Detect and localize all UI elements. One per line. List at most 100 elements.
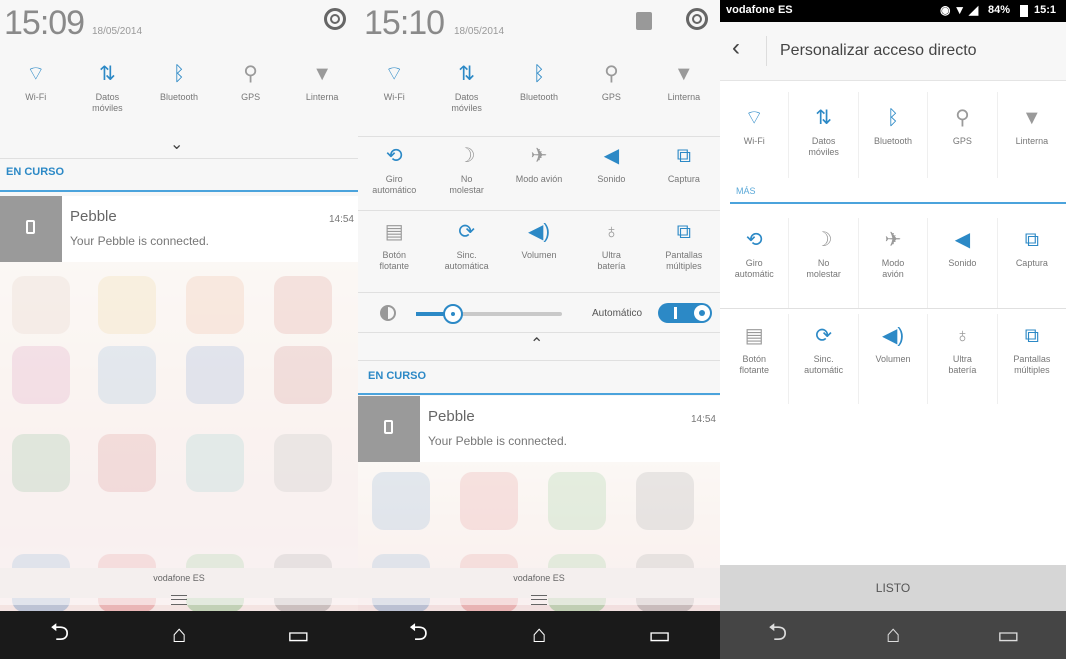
toggle-on-mark	[674, 307, 677, 319]
shortcut-do-not-disturb[interactable]: ☽ No molestar	[789, 218, 859, 308]
brightness-icon	[380, 305, 396, 321]
status-icons: ◉ ▼ ◢	[940, 3, 979, 17]
expand-chevron-down-icon[interactable]: ⌄	[170, 134, 183, 154]
divider	[720, 308, 1066, 309]
shortcut-row-3: ▤ Botón flotante ⟳ Sinc. automátic ◀) Volum…	[720, 314, 1066, 404]
sound-icon: ◀	[603, 145, 620, 167]
pebble-icon	[358, 396, 420, 462]
shortcut-flashlight[interactable]: ▼ Linterna	[998, 92, 1066, 178]
floating-button-icon: ▤	[384, 221, 404, 243]
notification-title: Pebble	[70, 208, 117, 225]
toggle-flashlight[interactable]: ▼ Linterna	[648, 62, 720, 114]
toggle-label: Modo avión	[515, 174, 563, 184]
home-icon[interactable]: ⌂	[154, 621, 204, 649]
toggle-multi-screen[interactable]: ⧉ Pantallas múltiples	[648, 220, 720, 272]
multi-screen-icon: ⧉	[676, 221, 691, 243]
shortcut-volume[interactable]: ◀) Volumen	[859, 314, 929, 404]
shortcut-label: Datos móviles	[808, 136, 839, 157]
recents-icon[interactable]: ▭	[635, 621, 685, 650]
back-icon[interactable]: ⮌	[35, 615, 85, 656]
page-title: Personalizar acceso directo	[780, 42, 977, 59]
clock: 15:09	[4, 4, 85, 42]
toggle-volume[interactable]: ◀) Volumen	[503, 220, 575, 272]
shortcut-gps[interactable]: ⚲ GPS	[928, 92, 998, 178]
status-bar: vodafone ES ◉ ▼ ◢ 84% 15:1	[720, 0, 1066, 22]
toggle-label: Botón flotante	[379, 250, 409, 271]
toggle-do-not-disturb[interactable]: ☽ No molestar	[430, 144, 502, 196]
shortcut-floating-button[interactable]: ▤ Botón flotante	[720, 314, 790, 404]
shortcut-label: Giro automátic	[734, 258, 774, 279]
toggle-flashlight[interactable]: ▼ Linterna	[286, 62, 358, 114]
title-bar: ‹ Personalizar acceso directo	[720, 22, 1066, 81]
section-divider	[358, 393, 720, 395]
recents-icon[interactable]: ▭	[273, 621, 323, 650]
clock: 15:10	[364, 4, 445, 42]
brightness-knob[interactable]	[442, 304, 463, 324]
toggle-screenshot[interactable]: ⧉ Captura	[648, 144, 720, 196]
toggle-bluetooth[interactable]: ᛒ Bluetooth	[503, 62, 575, 114]
shortcut-label: Captura	[1015, 258, 1048, 268]
carrier-label: vodafone ES	[726, 4, 793, 16]
toggle-floating-button[interactable]: ▤ Botón flotante	[358, 220, 430, 272]
toggle-mobile-data[interactable]: ⇅ Datos móviles	[430, 62, 502, 114]
drag-handle[interactable]	[171, 595, 187, 605]
home-icon[interactable]: ⌂	[868, 621, 918, 649]
settings-gear-icon[interactable]	[324, 8, 346, 30]
sound-icon: ◀	[954, 229, 971, 251]
home-icon[interactable]: ⌂	[514, 621, 564, 649]
toggle-auto-sync[interactable]: ⟳ Sinc. automática	[430, 220, 502, 272]
back-icon[interactable]: ⮌	[393, 615, 443, 656]
toggle-label: GPS	[601, 92, 621, 102]
back-icon[interactable]: ⮌	[753, 615, 803, 656]
sync-icon: ⟳	[458, 221, 475, 243]
toggle-label: Datos móviles	[92, 92, 123, 113]
shortcut-screenshot[interactable]: ⧉ Captura	[998, 218, 1066, 308]
toggle-gps[interactable]: ⚲ GPS	[215, 62, 287, 114]
toggle-mobile-data[interactable]: ⇅ Datos móviles	[72, 62, 144, 114]
notification-pebble[interactable]: Pebble Your Pebble is connected. 14:54	[0, 196, 358, 262]
toggle-gps[interactable]: ⚲ GPS	[575, 62, 647, 114]
shortcut-auto-rotate[interactable]: ⟲ Giro automátic	[720, 218, 790, 308]
notification-pebble[interactable]: Pebble Your Pebble is connected. 14:54	[358, 396, 720, 462]
date: 18/05/2014	[92, 26, 143, 37]
auto-brightness-toggle[interactable]	[658, 303, 712, 323]
done-button[interactable]: LISTO	[720, 565, 1066, 611]
toggle-sound[interactable]: ◀ Sonido	[575, 144, 647, 196]
edit-shortcuts-icon[interactable]	[636, 12, 652, 30]
settings-gear-icon[interactable]	[686, 8, 708, 30]
navigation-bar: ⮌ ⌂ ▭	[0, 611, 358, 659]
drag-handle[interactable]	[531, 595, 547, 605]
shortcut-auto-sync[interactable]: ⟳ Sinc. automátic	[789, 314, 859, 404]
flashlight-icon: ▼	[673, 63, 694, 85]
shortcut-airplane-mode[interactable]: ✈ Modo avión	[859, 218, 929, 308]
section-divider	[0, 190, 358, 192]
bluetooth-icon: ᛒ	[533, 63, 546, 85]
screenshot-3: vodafone ES ◉ ▼ ◢ 84% 15:1 ‹ Personaliza…	[720, 0, 1066, 659]
shortcut-mobile-data[interactable]: ⇅ Datos móviles	[789, 92, 859, 178]
toggle-wifi[interactable]: ⌔ Wi-Fi	[0, 62, 72, 114]
divider	[0, 158, 358, 159]
toggle-wifi[interactable]: ⌔ Wi-Fi	[358, 62, 430, 114]
carrier-bar: vodafone ES	[0, 568, 358, 598]
flashlight-icon: ▼	[1021, 107, 1042, 129]
shortcut-bluetooth[interactable]: ᛒ Bluetooth	[859, 92, 929, 178]
shortcut-multi-screen[interactable]: ⧉ Pantallas múltiples	[998, 314, 1066, 404]
brightness-slider[interactable]	[416, 304, 562, 324]
collapse-chevron-up-icon[interactable]: ⌃	[530, 334, 543, 354]
screenshot-2: vodafone ES ⮌ ⌂ ▭ 15:10 18/05/2014 ⌔ Wi-F…	[358, 0, 720, 659]
bulb-icon: ♁	[954, 325, 970, 347]
toggle-label: Wi-Fi	[383, 92, 405, 102]
toggle-auto-rotate[interactable]: ⟲ Giro automático	[358, 144, 430, 196]
recents-icon[interactable]: ▭	[983, 621, 1033, 650]
toggle-bluetooth[interactable]: ᛒ Bluetooth	[143, 62, 215, 114]
wifi-icon: ⌔	[384, 63, 404, 85]
shortcut-ultra-battery[interactable]: ♁ Ultra batería	[928, 314, 998, 404]
toggle-ultra-battery[interactable]: ♁ Ultra batería	[575, 220, 647, 272]
shortcut-label: Sinc. automátic	[804, 354, 844, 375]
toggle-airplane-mode[interactable]: ✈ Modo avión	[503, 144, 575, 196]
shortcut-wifi[interactable]: ⌔ Wi-Fi	[720, 92, 790, 178]
shortcut-sound[interactable]: ◀ Sonido	[928, 218, 998, 308]
date: 18/05/2014	[454, 26, 505, 37]
toggle-label: Bluetooth	[159, 92, 198, 102]
back-chevron-icon[interactable]: ‹	[732, 34, 740, 62]
